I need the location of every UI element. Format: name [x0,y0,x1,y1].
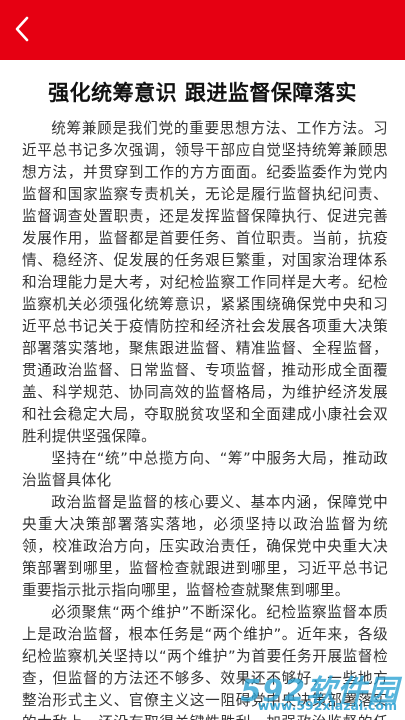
back-button[interactable] [8,14,36,44]
article-paragraph: 政治监督是监督的核心要义、基本内涵，保障党中央重大决策部署落实落地，必须坚持以政… [22,494,388,599]
watermark-url: www.592xiazai.com [257,698,397,713]
article-body: 统筹兼顾是我们党的重要思想方法、工作方法。习近平总书记多次强调，领导干部应自觉坚… [22,118,388,720]
article-scroll-area[interactable]: 强化统筹意识 跟进监督保障落实 统筹兼顾是我们党的重要思想方法、工作方法。习近平… [0,60,405,720]
article-paragraph: 坚持在“统”中总揽方向、“筹”中服务大局，推动政治监督具体化 [22,450,388,489]
site-watermark: 592软件园 www.592xiazai.com [233,666,401,714]
article-paragraph: 统筹兼顾是我们党的重要思想方法、工作方法。习近平总书记多次强调，领导干部应自觉坚… [22,120,388,445]
article-title: 强化统筹意识 跟进监督保障落实 [48,81,357,105]
chevron-left-icon [15,16,29,42]
top-app-bar [0,0,405,60]
